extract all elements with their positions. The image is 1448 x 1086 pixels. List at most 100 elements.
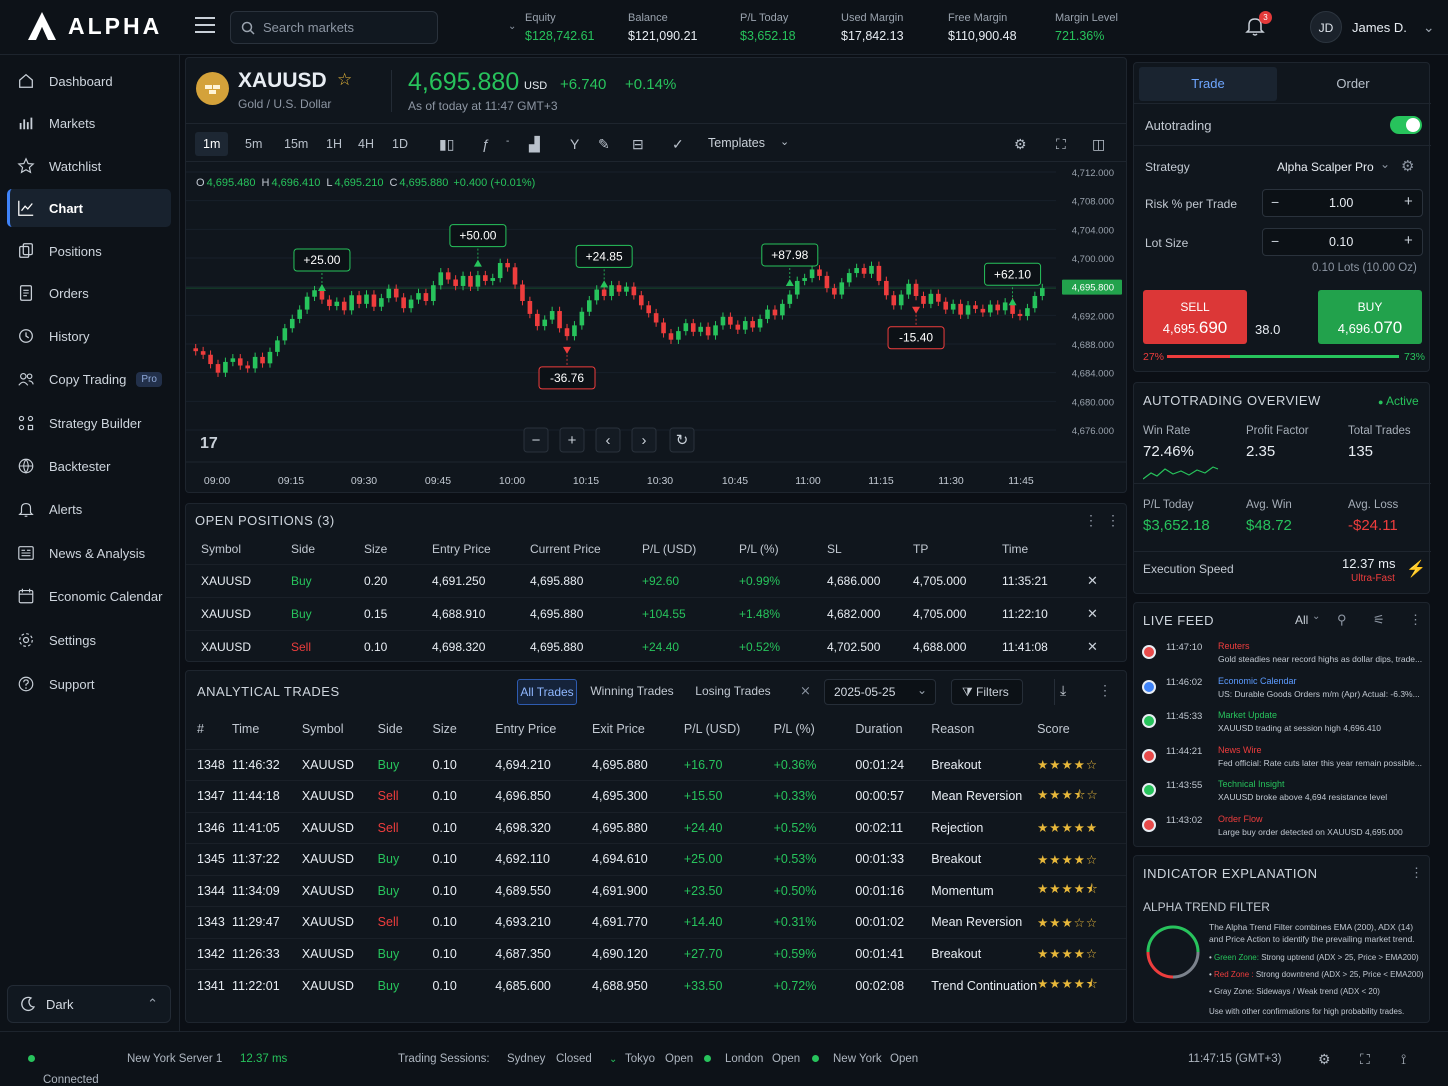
sidebar-item-support[interactable]: Support [7,665,171,703]
sidebar-item-chart[interactable]: Chart [7,189,171,227]
filter-icon[interactable]: ⚟ [1373,612,1385,628]
sidebar-item-strategy-builder[interactable]: Strategy Builder [7,404,171,442]
sidebar-item-alerts[interactable]: Alerts [7,490,171,528]
more-options-icon[interactable]: ⋮ [1106,512,1120,529]
sell-button[interactable]: SELL 4,695.690 [1143,290,1247,344]
lot-value[interactable]: 0.10 [1329,235,1353,249]
sidebar-item-settings[interactable]: Settings [7,621,171,659]
fork-icon[interactable]: Y [570,136,579,152]
sidebar-item-watchlist[interactable]: Watchlist [7,147,171,185]
timeframe-4H[interactable]: 4H [350,132,382,156]
sidebar-item-backtester[interactable]: Backtester [7,447,171,485]
sidebar-item-orders[interactable]: Orders [7,274,171,312]
trade-annotation[interactable]: +25.00 [293,248,351,291]
position-row[interactable]: XAUUSD Buy 0.15 4,688.910 4,695.880 +104.55 +1… [186,596,1126,630]
notifications-button[interactable]: 3 [1245,11,1272,39]
timeframe-1H[interactable]: 1H [318,132,350,156]
sidebar-item-positions[interactable]: Positions [7,232,171,270]
trade-row[interactable]: 1343 11:29:47 XAUUSD Sell 0.10 4,693.210 4,691… [186,906,1126,938]
autotrading-toggle[interactable] [1390,116,1422,134]
trade-row[interactable]: 1342 11:26:33 XAUUSD Buy 0.10 4,687.350 4,690.… [186,937,1126,970]
minus-icon[interactable]: − [523,427,549,453]
fullscreen-icon[interactable]: ⛶ [1056,136,1066,153]
trade-row[interactable]: 1348 11:46:32 XAUUSD Buy 0.10 4,694.210 4,695.… [186,748,1126,781]
chevron-down-icon[interactable]: ⌄ [1380,157,1390,171]
strategy-select[interactable]: Alpha Scalper Pro [1277,160,1374,174]
more-options-icon[interactable]: ⋮ [1410,865,1423,881]
date-picker[interactable]: 2025-05-25 ⌄ [824,679,936,705]
tab-winning-trades[interactable]: Winning Trades [584,679,680,705]
sidebar-item-markets[interactable]: Markets [7,104,171,142]
sidebar-item-news-analysis[interactable]: News & Analysis [7,534,171,572]
timeframe-15m[interactable]: 15m [276,132,316,156]
timeframe-1D[interactable]: 1D [384,132,416,156]
sidebar-item-dashboard[interactable]: Dashboard [7,62,171,100]
chevron-right-icon[interactable]: › [631,427,657,453]
candle-type-icon[interactable]: ▮▯ [439,136,454,153]
feed-item[interactable]: 11:43:55 Technical Insight XAUUSD broke ab… [1142,779,1426,813]
lot-stepper[interactable]: − 0.10 + [1262,228,1423,256]
gear-icon[interactable]: ⚙ [1401,157,1414,175]
trade-row[interactable]: 1346 11:41:05 XAUUSD Sell 0.10 4,698.320 4,695… [186,811,1126,844]
feed-item[interactable]: 11:47:10 Reuters Gold steadies near record… [1142,641,1426,675]
risk-value[interactable]: 1.00 [1329,196,1353,210]
tab-all-trades[interactable]: All Trades [517,679,577,705]
search-input[interactable]: Search markets [230,11,438,44]
gear-icon[interactable]: ⚙ [1014,136,1027,153]
feed-item[interactable]: 11:45:33 Market Update XAUUSD trading at s… [1142,710,1426,744]
indicator-icon[interactable]: ƒ [482,136,490,152]
chevron-down-icon[interactable]: ⌄ [1312,611,1320,622]
tab-losing-trades[interactable]: Losing Trades [687,679,779,705]
trade-row[interactable]: 1347 11:44:18 XAUUSD Sell 0.10 4,696.850 4,695… [186,780,1126,812]
close-position-icon[interactable]: ✕ [1087,563,1126,597]
compare-icon[interactable]: ▟ [529,136,540,153]
feed-item[interactable]: 11:44:21 News Wire Fed official: Rate cuts… [1142,745,1426,779]
clear-icon[interactable]: ⨯ [800,683,811,699]
position-row[interactable]: XAUUSD Sell 0.10 4,698.320 4,695.880 +24.40 +0… [186,629,1126,663]
tab-trade[interactable]: Trade [1139,67,1277,101]
sidebar-item-copy-trading[interactable]: Copy Trading Pro [7,360,171,398]
risk-stepper[interactable]: − 1.00 + [1262,189,1423,217]
trade-annotation[interactable]: +24.85 [575,244,633,288]
drag-handle-icon[interactable]: ⋮ [1084,512,1098,529]
favorite-star-icon[interactable]: ☆ [337,70,352,90]
theme-toggle[interactable]: Dark ⌃ [7,985,171,1023]
tab-order[interactable]: Order [1284,67,1422,101]
minus-icon[interactable]: − [1271,233,1279,249]
plus-icon[interactable]: + [559,427,585,453]
close-position-icon[interactable]: ✕ [1087,596,1126,630]
stack-icon[interactable]: ⊟ [632,136,644,153]
sidebar-item-history[interactable]: History [7,317,171,355]
trade-annotation[interactable]: -36.76 [538,346,596,390]
timeframe-5m[interactable]: 5m [237,132,270,156]
trade-annotation[interactable]: -15.40 [887,306,945,350]
user-menu[interactable]: JD James D. ⌄ [1310,11,1435,43]
position-row[interactable]: XAUUSD Buy 0.20 4,691.250 4,695.880 +92.60 +0.… [186,563,1126,597]
pin-icon[interactable]: ⚲ [1337,612,1347,628]
logo[interactable]: ALPHA [26,10,162,42]
chevron-down-icon[interactable]: ⌄ [780,135,789,148]
trade-row[interactable]: 1344 11:34:09 XAUUSD Buy 0.10 4,689.550 4,691.… [186,874,1126,907]
menu-icon[interactable] [195,17,215,35]
reset-icon[interactable]: ↻ [669,427,695,453]
chevron-left-icon[interactable]: ‹ [595,427,621,453]
trade-annotation[interactable]: +50.00 [449,224,507,267]
camera-icon[interactable]: ◫ [1092,136,1105,153]
plus-icon[interactable]: + [1404,193,1413,210]
pencil-icon[interactable]: ✎ [598,136,610,153]
buy-button[interactable]: BUY 4,696.070 [1318,290,1422,344]
templates-dropdown[interactable]: Templates [708,136,765,150]
signal-icon[interactable]: ⟟ [1401,1051,1406,1068]
chevron-down-icon[interactable]: - [506,136,509,147]
check-icon[interactable]: ✓ [672,136,684,153]
gear-icon[interactable]: ⚙ [1318,1051,1331,1068]
close-position-icon[interactable]: ✕ [1087,629,1126,663]
more-options-icon[interactable]: ⋮ [1098,682,1112,699]
download-icon[interactable]: ⤓ [1060,682,1066,699]
fullscreen-icon[interactable]: ⛶ [1360,1051,1370,1068]
trade-row[interactable]: 1341 11:22:01 XAUUSD Buy 0.10 4,685.600 4,688.… [186,969,1126,1001]
trade-annotation[interactable]: +62.10 [984,262,1042,306]
feed-filter[interactable]: All [1295,613,1308,627]
feed-item[interactable]: 11:43:02 Order Flow Large buy order detect… [1142,814,1426,848]
price-chart[interactable]: O 4,695.480 H 4,696.410 L 4,695.210 C 4,695.880… [186,162,1126,492]
